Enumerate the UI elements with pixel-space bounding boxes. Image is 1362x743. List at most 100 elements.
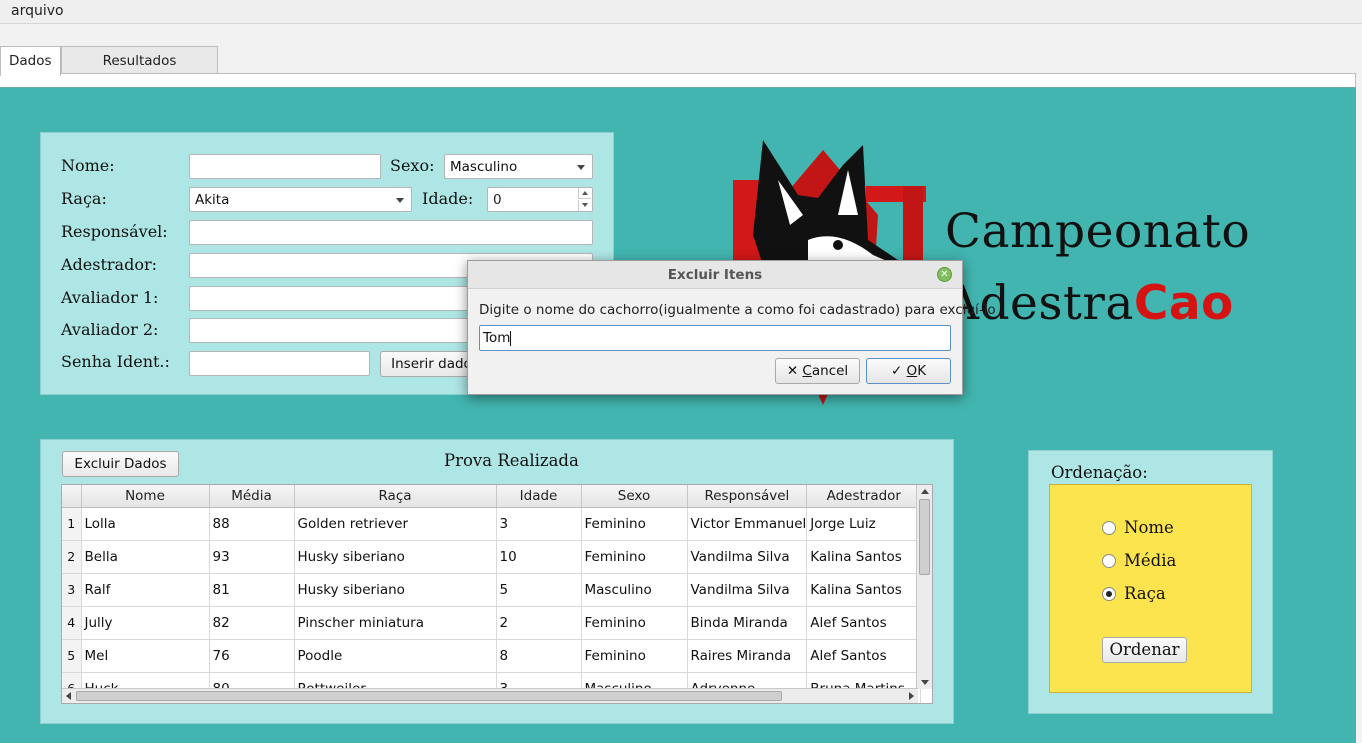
- cell-responsavel[interactable]: Raires Miranda: [687, 639, 808, 673]
- ordering-panel: Ordenação: Nome Média Raça Ordenar: [1028, 450, 1273, 714]
- scroll-right-icon[interactable]: [909, 692, 914, 700]
- spin-up-icon[interactable]: [578, 188, 591, 199]
- idade-label: Idade:: [422, 189, 474, 208]
- dialog-titlebar[interactable]: Excluir Itens ✕: [468, 261, 962, 289]
- cell-raca[interactable]: Husky siberiano: [294, 540, 497, 574]
- column-header-idade[interactable]: Idade: [496, 485, 582, 508]
- ordenar-button[interactable]: Ordenar: [1102, 637, 1187, 663]
- cell-raca[interactable]: Husky siberiano: [294, 573, 497, 607]
- responsavel-input[interactable]: [189, 220, 593, 245]
- cell-media[interactable]: 82: [209, 606, 295, 640]
- cell-adestrador[interactable]: Jorge Luiz: [806, 507, 922, 541]
- cell-sexo[interactable]: Feminino: [581, 606, 688, 640]
- avaliador1-label: Avaliador 1:: [61, 288, 159, 307]
- cell-sexo[interactable]: Feminino: [581, 507, 688, 541]
- cell-idade[interactable]: 2: [496, 606, 582, 640]
- cell-row-number[interactable]: 2: [62, 540, 82, 574]
- ok-mnemonic: O: [906, 363, 918, 379]
- tab-dados[interactable]: Dados: [0, 46, 61, 76]
- idade-spinbox[interactable]: 0: [487, 187, 593, 212]
- cell-sexo[interactable]: Feminino: [581, 540, 688, 574]
- cell-adestrador[interactable]: Alef Santos: [806, 606, 922, 640]
- radio-raca-button[interactable]: [1102, 587, 1116, 601]
- cell-adestrador[interactable]: Alef Santos: [806, 639, 922, 673]
- column-header-adestrador[interactable]: Adestrador: [806, 485, 922, 508]
- cell-row-number[interactable]: 4: [62, 606, 82, 640]
- excluir-dados-button[interactable]: Excluir Dados: [62, 451, 179, 477]
- radio-nome-button[interactable]: [1102, 521, 1116, 535]
- column-header-sexo[interactable]: Sexo: [581, 485, 688, 508]
- cancel-button[interactable]: ✕ Cancel: [775, 358, 860, 384]
- table-row[interactable]: 4 Jully 82 Pinscher miniatura 2 Feminino Binda…: [62, 606, 922, 640]
- scroll-left-icon[interactable]: [66, 692, 71, 700]
- column-header-responsavel[interactable]: Responsável: [687, 485, 808, 508]
- cell-raca[interactable]: Pinscher miniatura: [294, 606, 497, 640]
- table-row[interactable]: 5 Mel 76 Poodle 8 Feminino Raires Miranda Alef …: [62, 639, 922, 673]
- results-title: Prova Realizada: [444, 451, 579, 470]
- cell-responsavel[interactable]: Vandilma Silva: [687, 573, 808, 607]
- avaliador2-label: Avaliador 2:: [61, 320, 159, 339]
- column-header-nome[interactable]: Nome: [81, 485, 210, 508]
- results-table[interactable]: Nome Média Raça Idade Sexo Responsável A…: [61, 484, 933, 704]
- nome-input[interactable]: [189, 154, 381, 179]
- table-row[interactable]: 3 Ralf 81 Husky siberiano 5 Masculino Vandilma…: [62, 573, 922, 607]
- tab-content-frame: [0, 74, 1356, 88]
- nome-label: Nome:: [61, 156, 115, 175]
- cell-raca[interactable]: Poodle: [294, 639, 497, 673]
- cell-media[interactable]: 81: [209, 573, 295, 607]
- responsavel-label: Responsável:: [61, 222, 168, 241]
- radio-nome-label[interactable]: Nome: [1124, 518, 1174, 537]
- cell-idade[interactable]: 5: [496, 573, 582, 607]
- senha-input[interactable]: [189, 351, 370, 376]
- cell-sexo[interactable]: Masculino: [581, 573, 688, 607]
- column-header-media[interactable]: Média: [209, 485, 295, 508]
- spin-down-icon[interactable]: [578, 200, 591, 211]
- cell-adestrador[interactable]: Kalina Santos: [806, 540, 922, 574]
- cell-row-number[interactable]: 1: [62, 507, 82, 541]
- menu-arquivo[interactable]: arquivo: [11, 3, 64, 19]
- cell-media[interactable]: 88: [209, 507, 295, 541]
- tab-resultados-campeoes[interactable]: Resultados Campeõs: [61, 46, 218, 97]
- vertical-scroll-thumb[interactable]: [919, 499, 930, 575]
- senha-label: Senha Ident.:: [61, 352, 170, 371]
- table-row[interactable]: 1 Lolla 88 Golden retriever 3 Feminino Victor …: [62, 507, 922, 541]
- cell-media[interactable]: 76: [209, 639, 295, 673]
- cell-nome[interactable]: Jully: [81, 606, 210, 640]
- radio-media-button[interactable]: [1102, 554, 1116, 568]
- cell-sexo[interactable]: Feminino: [581, 639, 688, 673]
- scroll-down-icon[interactable]: [921, 680, 929, 685]
- cell-row-number[interactable]: 3: [62, 573, 82, 607]
- cell-responsavel[interactable]: Victor Emmanuel: [687, 507, 808, 541]
- logo-title-line1: Campeonato: [945, 204, 1251, 259]
- dialog-name-input[interactable]: Tom: [479, 325, 951, 351]
- adestrador-label: Adestrador:: [61, 255, 158, 274]
- checkmark-icon: ✓: [890, 363, 903, 379]
- horizontal-scroll-thumb[interactable]: [76, 691, 782, 701]
- table-horizontal-scrollbar[interactable]: [62, 688, 918, 703]
- cell-row-number[interactable]: 5: [62, 639, 82, 673]
- cell-responsavel[interactable]: Binda Miranda: [687, 606, 808, 640]
- cell-media[interactable]: 93: [209, 540, 295, 574]
- column-header-raca[interactable]: Raça: [294, 485, 497, 508]
- scroll-up-icon[interactable]: [921, 489, 929, 494]
- cell-raca[interactable]: Golden retriever: [294, 507, 497, 541]
- ok-button[interactable]: ✓ OK: [866, 358, 951, 384]
- cell-nome[interactable]: Ralf: [81, 573, 210, 607]
- chevron-down-icon: [577, 165, 585, 170]
- cell-idade[interactable]: 8: [496, 639, 582, 673]
- cell-nome[interactable]: Lolla: [81, 507, 210, 541]
- raca-combo[interactable]: Akita: [189, 187, 412, 212]
- cell-adestrador[interactable]: Kalina Santos: [806, 573, 922, 607]
- radio-raca-label[interactable]: Raça: [1124, 584, 1166, 603]
- cell-nome[interactable]: Bella: [81, 540, 210, 574]
- dialog-message: Digite o nome do cachorro(igualmente a c…: [479, 302, 996, 318]
- cell-nome[interactable]: Mel: [81, 639, 210, 673]
- sexo-combo[interactable]: Masculino: [444, 154, 593, 179]
- cell-idade[interactable]: 3: [496, 507, 582, 541]
- close-icon[interactable]: ✕: [937, 267, 952, 282]
- table-vertical-scrollbar[interactable]: [916, 485, 932, 689]
- cell-responsavel[interactable]: Vandilma Silva: [687, 540, 808, 574]
- cell-idade[interactable]: 10: [496, 540, 582, 574]
- radio-media-label[interactable]: Média: [1124, 551, 1176, 570]
- table-row[interactable]: 2 Bella 93 Husky siberiano 10 Feminino Vandilm…: [62, 540, 922, 574]
